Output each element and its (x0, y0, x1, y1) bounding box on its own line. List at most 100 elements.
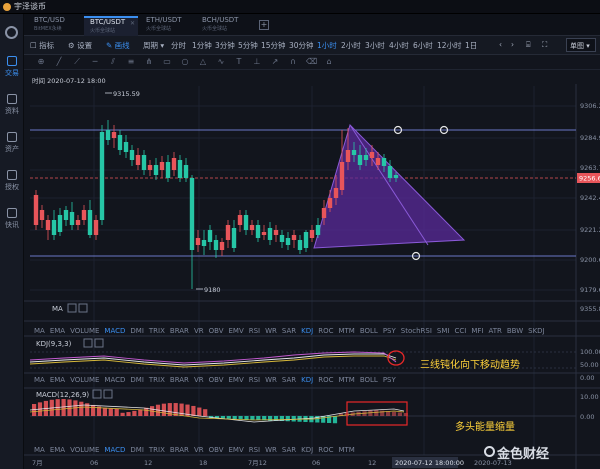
indicator-tab[interactable]: MA (34, 327, 45, 335)
chevron-right-icon[interactable]: › (511, 40, 514, 49)
line-tool-icon[interactable]: ╱ (54, 57, 64, 67)
indicator-tab[interactable]: KDJ (301, 446, 313, 454)
indicator-tab[interactable]: TRIX (149, 446, 165, 454)
indicator-tab[interactable]: VR (194, 446, 204, 454)
indicator-tab[interactable]: VR (194, 327, 204, 335)
indicator-tab[interactable]: MA (34, 446, 45, 454)
sidebar-item-news[interactable]: 快讯 (0, 208, 24, 238)
sidebar-item-wallet[interactable]: 资产 (0, 132, 24, 162)
period-1m[interactable]: 1分钟 (192, 40, 212, 51)
indicator-tab[interactable]: WR (265, 327, 277, 335)
chart-area[interactable]: 9315.59 9180 时间 2020-07-12 18:00 9306.22… (24, 70, 600, 469)
ruler-tool-icon[interactable]: ⊥ (252, 57, 262, 67)
indicator-tab[interactable]: VR (194, 376, 204, 384)
indicator-tab[interactable]: OBV (209, 446, 224, 454)
triangle-tool-icon[interactable]: △ (198, 57, 208, 67)
tab-btc-usdt[interactable]: BTC/USDT 火币全球站 ✕ (84, 16, 138, 36)
indicator-tab[interactable]: VOLUME (70, 327, 99, 335)
indicator-tab[interactable]: BRAR (170, 446, 189, 454)
indicator-tab[interactable]: StochRSI (401, 327, 432, 335)
indicator-tab[interactable]: DMI (130, 446, 144, 454)
channel-tool-icon[interactable]: ⫽ (108, 57, 118, 67)
indicator-tab[interactable]: EMA (50, 446, 65, 454)
tab-btc-usd[interactable]: BTC/USD BitMEX永续 (28, 16, 82, 36)
cursor-tool-icon[interactable]: ⊕ (36, 57, 46, 67)
period-15m[interactable]: 15分钟 (261, 40, 286, 51)
period-time-share[interactable]: 分时 (171, 40, 186, 51)
wave-tool-icon[interactable]: ∿ (216, 57, 226, 67)
fullscreen-icon[interactable]: ⛶ (542, 40, 547, 50)
indicator-button[interactable]: ☐ 指标 (30, 40, 54, 51)
period-6h[interactable]: 6小时 (413, 40, 433, 51)
indicator-tab[interactable]: OBV (209, 327, 224, 335)
draw-button[interactable]: ✎ 画线 (106, 40, 130, 51)
table-icon[interactable]: ⌸ (526, 40, 531, 50)
indicator-tab[interactable]: CCI (454, 327, 466, 335)
indicator-tab[interactable]: KDJ (301, 376, 313, 384)
indicator-tab[interactable]: SAR (282, 376, 296, 384)
indicator-tab[interactable]: VOLUME (70, 376, 99, 384)
arrow-tool-icon[interactable]: ↗ (270, 57, 280, 67)
indicator-tab[interactable]: MACD (104, 376, 125, 384)
indicator-tab[interactable]: BOLL (360, 327, 378, 335)
period-3h[interactable]: 3小时 (365, 40, 385, 51)
indicator-tab[interactable]: MTM (338, 327, 354, 335)
indicator-tab[interactable]: EMA (50, 376, 65, 384)
indicator-tab[interactable]: MACD (104, 327, 125, 335)
sidebar-item-info[interactable]: 资料 (0, 94, 24, 124)
indicator-tab[interactable]: EMV (228, 327, 243, 335)
indicator-tab[interactable]: EMV (228, 376, 243, 384)
fib-tool-icon[interactable]: ≡ (126, 57, 136, 67)
indicator-tab[interactable]: VOLUME (70, 446, 99, 454)
period-dropdown[interactable]: 周期 ▾ (143, 40, 164, 51)
period-12h[interactable]: 12小时 (437, 40, 462, 51)
indicator-tab[interactable]: BRAR (170, 327, 189, 335)
indicator-tab[interactable]: MACD (104, 446, 125, 454)
period-4h[interactable]: 4小时 (389, 40, 409, 51)
ray-tool-icon[interactable]: ⟋ (72, 57, 82, 67)
indicator-tab[interactable]: DMI (130, 376, 144, 384)
trash-tool-icon[interactable]: ⌫ (306, 57, 317, 67)
period-1d[interactable]: 1日 (465, 40, 477, 51)
indicator-tab[interactable]: SAR (282, 327, 296, 335)
indicator-tab[interactable]: MA (34, 376, 45, 384)
tab-bch-usdt[interactable]: BCH/USDT 火币全球站 (196, 16, 250, 36)
settings-button[interactable]: ⚙ 设置 (68, 40, 92, 51)
text-tool-icon[interactable]: T (234, 57, 244, 67)
circle-tool-icon[interactable]: ○ (180, 57, 190, 67)
indicator-tab[interactable]: TRIX (149, 376, 165, 384)
tab-eth-usdt[interactable]: ETH/USDT 火币全球站 (140, 16, 194, 36)
indicator-tab[interactable]: EMV (228, 446, 243, 454)
indicator-tab[interactable]: TRIX (149, 327, 165, 335)
indicator-tab[interactable]: SAR (282, 446, 296, 454)
sidebar-item-auth[interactable]: 授权 (0, 170, 24, 200)
indicator-tab[interactable]: KDJ (301, 327, 313, 335)
period-2h[interactable]: 2小时 (341, 40, 361, 51)
indicator-tab[interactable]: RSI (249, 376, 260, 384)
indicator-tab[interactable]: BRAR (170, 376, 189, 384)
indicator-tab[interactable]: MTM (338, 446, 354, 454)
lock-tool-icon[interactable]: ⌂ (324, 57, 334, 67)
indicator-tab[interactable]: PSY (383, 327, 396, 335)
period-3m[interactable]: 3分钟 (215, 40, 235, 51)
rect-tool-icon[interactable]: ▭ (162, 57, 172, 67)
pitchfork-tool-icon[interactable]: ⋔ (144, 57, 154, 67)
magnet-tool-icon[interactable]: ∩ (288, 57, 298, 67)
indicator-tab[interactable]: BBW (507, 327, 523, 335)
close-icon[interactable]: ✕ (130, 20, 135, 27)
period-5m[interactable]: 5分钟 (238, 40, 258, 51)
indicator-tab[interactable]: SMI (437, 327, 450, 335)
hline-tool-icon[interactable]: ─ (90, 57, 100, 67)
indicator-tab[interactable]: RSI (249, 327, 260, 335)
indicator-tab[interactable]: OBV (209, 376, 224, 384)
indicator-tab[interactable]: ROC (318, 446, 333, 454)
indicator-tab[interactable]: BOLL (360, 376, 378, 384)
period-1h[interactable]: 1小时 (317, 40, 337, 51)
indicator-tab[interactable]: ROC (318, 376, 333, 384)
layout-select[interactable]: 单图 ▾ (566, 38, 596, 52)
chart-canvas[interactable]: 9315.59 9180 时间 2020-07-12 18:00 9306.22… (24, 70, 600, 469)
indicator-tab[interactable]: WR (265, 376, 277, 384)
indicator-tab[interactable]: SKDJ (528, 327, 545, 335)
indicator-tab[interactable]: ROC (318, 327, 333, 335)
indicator-tab[interactable]: MTM (338, 376, 354, 384)
